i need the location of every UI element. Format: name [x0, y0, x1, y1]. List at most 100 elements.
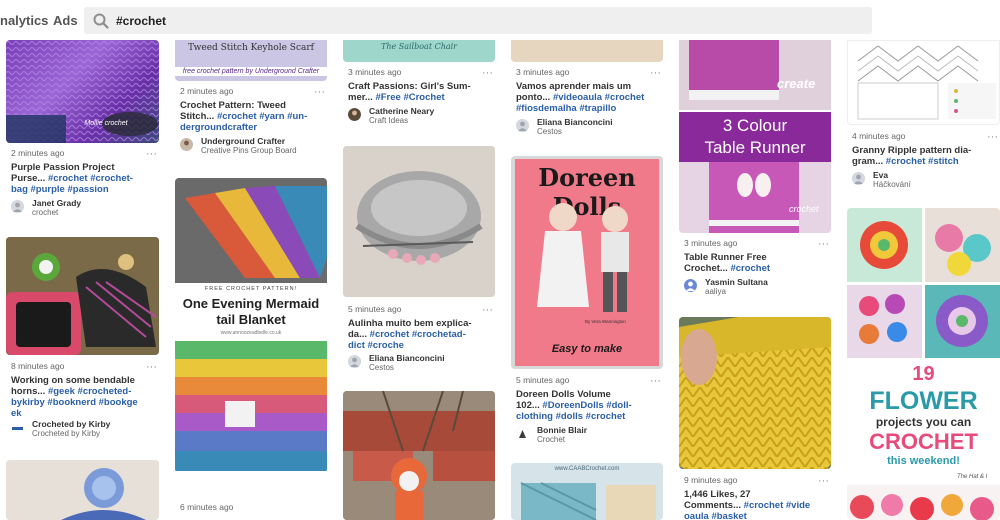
pin-title[interactable]: Aulinha muito bem explica- da... #croche… [348, 318, 498, 351]
image-banner: FREE CROCHET PATTERN! [204, 286, 298, 292]
board-name[interactable]: aaliya [705, 287, 726, 296]
board-name[interactable]: Craft Ideas [369, 116, 408, 125]
image-title-1: 3 Colour [722, 116, 788, 135]
image-line-1: FLOWER [869, 387, 978, 415]
board-name[interactable]: Cestos [369, 363, 394, 372]
search-input[interactable] [116, 7, 816, 34]
pin-image[interactable]: www.CAABCrochet.com [511, 463, 663, 520]
pin-granny-ripple[interactable]: 4 minutes ago ··· Granny Ripple pattern … [847, 40, 1000, 190]
board-name[interactable]: Crocheted by Kirby [32, 429, 100, 438]
pin-image[interactable] [343, 146, 495, 297]
pin-mermaid-blanket[interactable]: FREE CROCHET PATTERN! One Evening Mermai… [175, 178, 327, 520]
pin-doreen-dolls[interactable]: Doreen Dolls By Vera Wannington Easy to … [511, 156, 663, 446]
user-avatar[interactable] [684, 279, 697, 292]
more-options-icon[interactable]: ··· [314, 87, 325, 98]
user-name[interactable]: Janet Grady [32, 198, 81, 208]
more-options-icon[interactable]: ··· [818, 476, 829, 487]
user-name[interactable]: Yasmin Sultana [705, 277, 768, 287]
pin-time: 9 minutes ago [684, 475, 738, 485]
pin-title[interactable]: Crochet Pattern: Tweed Stitch... #croche… [180, 100, 330, 133]
board-name[interactable]: Cestos [537, 127, 562, 136]
pin-title[interactable]: Table Runner Free Crochet... #crochet [684, 252, 834, 274]
pin-vamos-aprender[interactable]: 3 minutes ago ··· Vamos aprender mais um… [511, 40, 663, 140]
pin-fox-doll[interactable] [343, 391, 495, 520]
pin-title[interactable]: Purple Passion Project Purse... #crochet… [11, 162, 161, 195]
image-word: create [777, 76, 816, 91]
pin-image[interactable]: Doreen Dolls By Vera Wannington Easy to … [511, 156, 663, 369]
pin-title[interactable]: 1,446 Likes, 27 Comments... #crochet #vi… [684, 489, 834, 520]
more-options-icon[interactable]: ··· [146, 362, 157, 373]
pin-title[interactable]: Working on some bendable horns... #geek … [11, 375, 161, 419]
board-name[interactable]: crochet [32, 208, 58, 217]
user-name[interactable]: Eva [873, 170, 888, 180]
user-icon [348, 108, 361, 121]
more-options-icon[interactable]: ··· [650, 68, 661, 79]
pin-title[interactable]: Vamos aprender mais um ponto... #videoau… [516, 81, 666, 114]
image-tag: The Hat & I [957, 474, 988, 480]
user-name[interactable]: Catherine Neary [369, 106, 434, 116]
pin-image[interactable]: The Sailboat Chair [343, 40, 495, 62]
board-name[interactable]: Háčkování [873, 180, 911, 189]
more-options-icon[interactable]: ··· [818, 239, 829, 250]
user-avatar[interactable] [348, 355, 361, 368]
user-avatar[interactable] [516, 119, 529, 132]
pin-title[interactable]: Craft Passions: Girl's Sum- mer... #Free… [348, 81, 498, 103]
user-name[interactable]: Crocheted by Kirby [32, 419, 110, 429]
pin-flower-projects[interactable]: 19 FLOWER projects you can CROCHET this … [847, 208, 1000, 520]
image-line-3: CROCHET [869, 429, 978, 454]
pin-image[interactable] [6, 460, 159, 520]
pin-image[interactable]: Mollie crochet [6, 40, 159, 143]
nav-ads[interactable]: Ads [53, 13, 78, 28]
pin-tweed-scarf[interactable]: Tweed Stitch Keyhole Scarf free crochet … [175, 40, 327, 155]
more-options-icon[interactable]: ··· [482, 305, 493, 316]
user-name[interactable]: Eliana Bianconcini [537, 117, 613, 127]
pin-caab-crochet[interactable]: www.CAABCrochet.com [511, 463, 663, 520]
pin-girls-summer[interactable]: The Sailboat Chair 3 minutes ago ··· Cra… [343, 40, 495, 130]
pin-image[interactable] [343, 391, 495, 520]
user-avatar[interactable] [348, 108, 361, 121]
user-avatar[interactable] [11, 422, 24, 435]
pin-image[interactable] [679, 317, 831, 469]
pin-image[interactable]: FREE CROCHET PATTERN! One Evening Mermai… [175, 178, 327, 473]
pin-purple-passion[interactable]: Mollie crochet 2 minutes ago ··· Purple … [6, 40, 159, 220]
user-name[interactable]: Bonnie Blair [537, 425, 587, 435]
user-avatar[interactable] [180, 138, 193, 151]
pin-image[interactable] [847, 40, 1000, 125]
pin-title[interactable]: Granny Ripple pattern dia- gram... #croc… [852, 145, 1000, 167]
user-avatar[interactable] [11, 200, 24, 213]
more-options-icon[interactable]: ··· [987, 132, 998, 143]
user-avatar[interactable] [852, 172, 865, 185]
image-title: Tweed Stitch Keyhole Scarf [187, 43, 314, 53]
pin-aulinha[interactable]: 5 minutes ago ··· Aulinha muito bem expl… [343, 146, 495, 376]
board-name[interactable]: Crochet [537, 435, 565, 444]
user-icon [852, 172, 865, 185]
more-options-icon[interactable]: ··· [146, 149, 157, 160]
pin-yellow-basket[interactable]: 9 minutes ago ··· 1,446 Likes, 27 Commen… [679, 317, 831, 520]
pin-title[interactable]: Doreen Dolls Volume 102... #DoreenDolls … [516, 389, 666, 422]
pin-pompom-hat[interactable] [6, 460, 159, 520]
image-title-2: Table Runner [704, 138, 806, 157]
user-avatar[interactable] [516, 427, 529, 440]
image-line-2: projects you can [875, 415, 972, 429]
pin-time: 2 minutes ago [180, 86, 234, 96]
search-icon [93, 13, 109, 29]
pin-image[interactable]: create 3 Colour Table Runner crochet [679, 40, 831, 233]
pin-time: 3 minutes ago [348, 67, 402, 77]
pin-bendable-horns[interactable]: 8 minutes ago ··· Working on some bendab… [6, 237, 159, 442]
image-number: 19 [912, 363, 935, 385]
board-name[interactable]: Creative Pins Group Board [201, 146, 297, 155]
more-options-icon[interactable]: ··· [650, 376, 661, 387]
image-bottom-text: Easy to make [551, 343, 623, 355]
more-options-icon[interactable]: ··· [482, 68, 493, 79]
pin-image[interactable] [511, 40, 663, 62]
user-name[interactable]: Eliana Bianconcini [369, 353, 445, 363]
search-bar[interactable] [84, 7, 872, 34]
image-title-2: tail Blanket [216, 312, 286, 327]
nav-analytics[interactable]: nalytics [0, 13, 48, 28]
pin-image[interactable]: 19 FLOWER projects you can CROCHET this … [847, 208, 1000, 520]
user-name[interactable]: Underground Crafter [201, 136, 285, 146]
pin-image[interactable]: Tweed Stitch Keyhole Scarf free crochet … [175, 40, 327, 81]
pin-table-runner[interactable]: create 3 Colour Table Runner crochet 3 m… [679, 40, 831, 300]
logo-icon [12, 427, 23, 430]
pin-image[interactable] [6, 237, 159, 355]
